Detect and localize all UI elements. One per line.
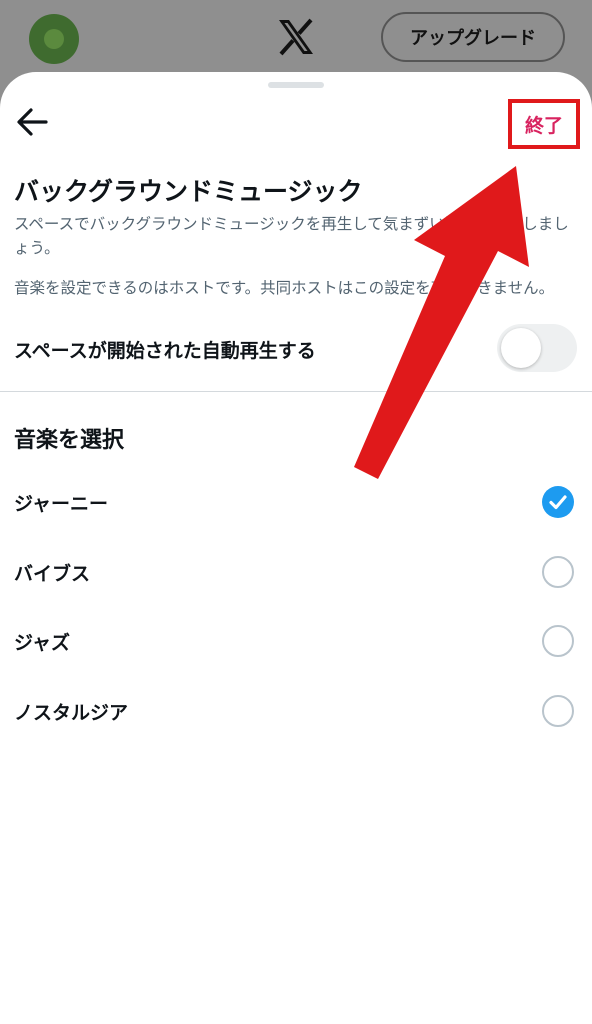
music-option-vibes[interactable]: バイブス (0, 542, 592, 602)
arrow-left-icon[interactable] (14, 104, 50, 140)
avatar[interactable] (29, 14, 79, 64)
option-label: ジャズ (14, 632, 71, 654)
top-bar: アップグレード (0, 0, 592, 80)
divider (0, 391, 592, 392)
check-icon (549, 495, 567, 510)
upgrade-button[interactable]: アップグレード (381, 12, 565, 62)
option-label: ジャーニー (14, 493, 109, 515)
radio-unselected[interactable] (542, 695, 574, 727)
autoplay-setting: スペースが開始された自動再生する (0, 320, 592, 376)
toggle-knob (501, 328, 541, 368)
done-highlight-box: 終了 (508, 99, 580, 149)
radio-selected[interactable] (542, 486, 574, 518)
option-label: バイブス (14, 563, 91, 585)
page-title: バックグラウンドミュージック (14, 177, 363, 206)
sheet-handle[interactable] (268, 82, 324, 88)
autoplay-toggle[interactable] (497, 324, 577, 372)
music-option-journey[interactable]: ジャーニー (0, 472, 592, 532)
description-text: スペースでバックグラウンドミュージックを再生して気まずい沈黙を解消しましょう。 (14, 215, 569, 257)
radio-unselected[interactable] (542, 556, 574, 588)
option-label: ノスタルジア (14, 702, 129, 724)
music-option-nostalgia[interactable]: ノスタルジア (0, 681, 592, 741)
background-music-sheet: 終了 バックグラウンドミュージック スペースでバックグラウンドミュージックを再生… (0, 72, 592, 1024)
radio-unselected[interactable] (542, 625, 574, 657)
done-button[interactable]: 終了 (525, 111, 563, 138)
section-title: 音楽を選択 (14, 428, 125, 453)
x-logo-icon (279, 18, 313, 56)
music-option-jazz[interactable]: ジャズ (0, 611, 592, 671)
autoplay-label: スペースが開始された自動再生する (14, 340, 316, 362)
host-note-text: 音楽を設定できるのはホストです。共同ホストはこの設定を変更できません。 (14, 279, 555, 297)
